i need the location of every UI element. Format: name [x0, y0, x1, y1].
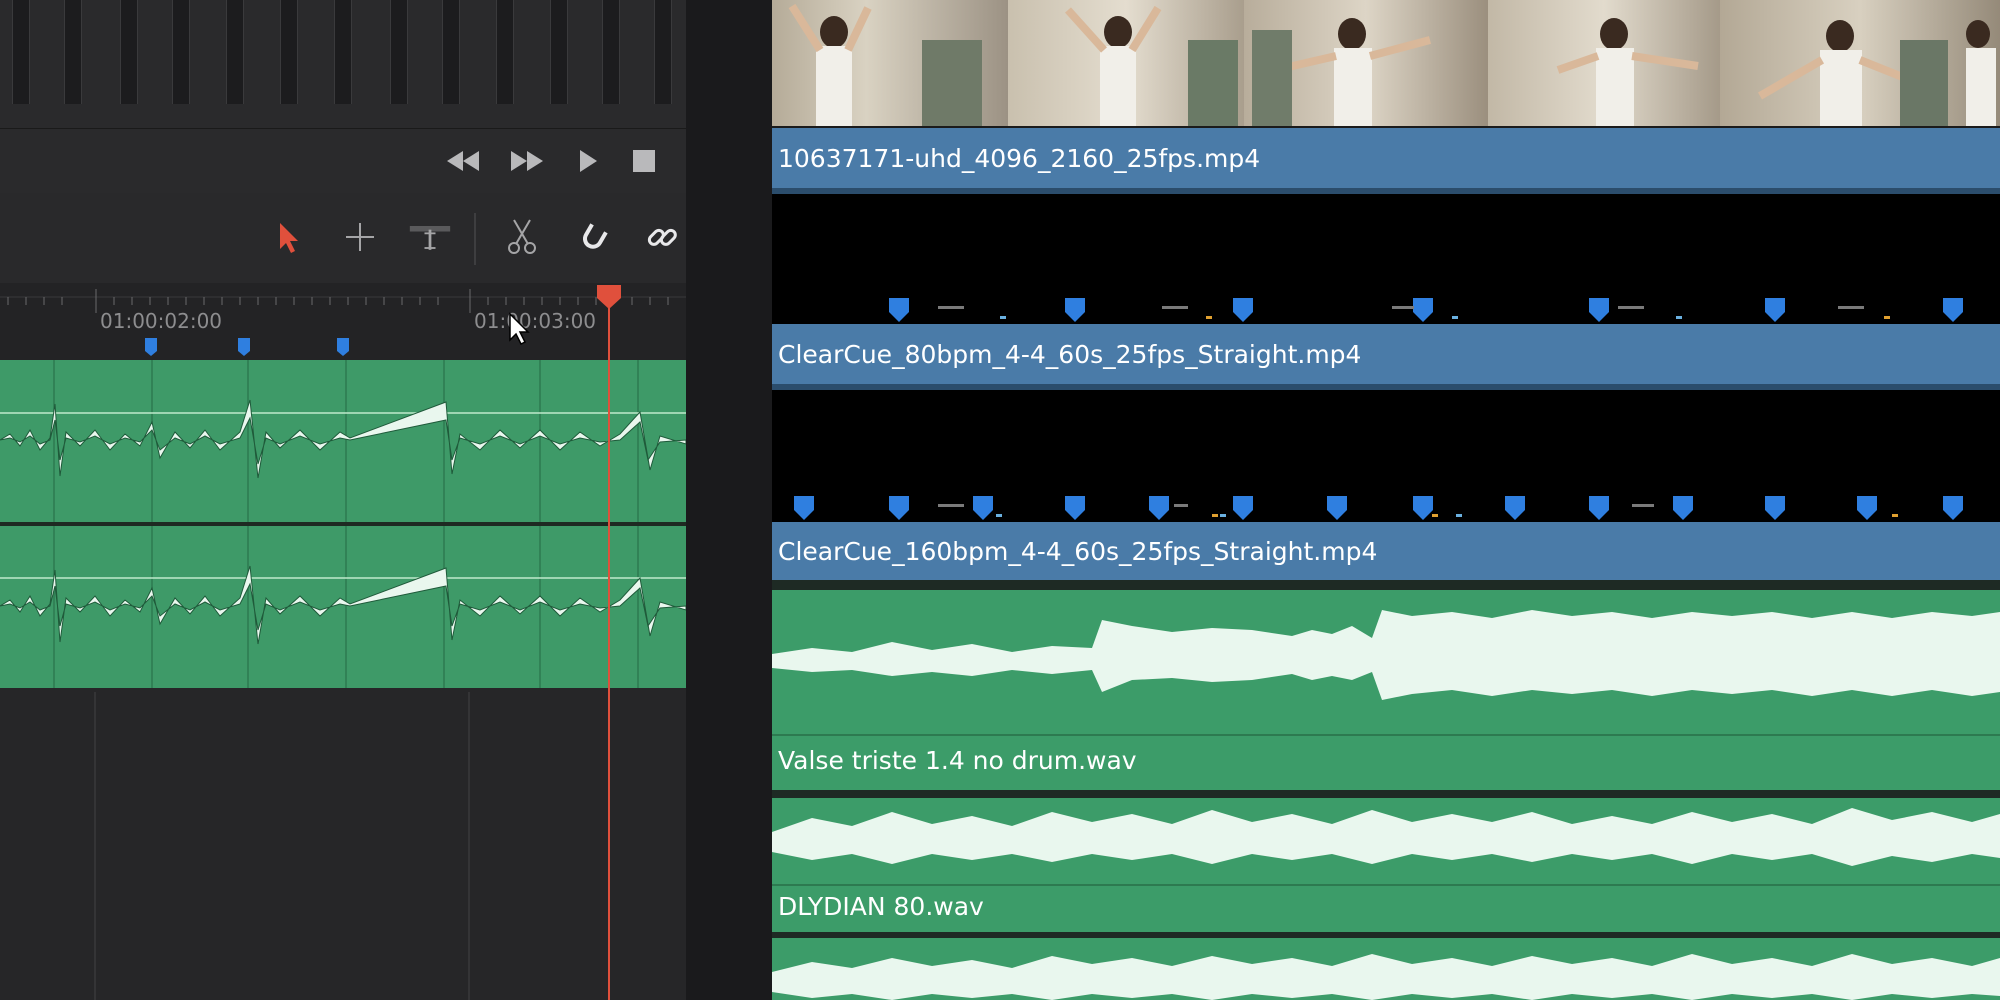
meter-channel [602, 0, 620, 104]
waveform [0, 526, 686, 688]
dancer-figure [1065, 5, 1238, 126]
timeline-panel: 01:00:02:00 01:00:03:00 [0, 0, 686, 1000]
snapping-button[interactable] [572, 215, 616, 259]
selection-arrow-icon [280, 223, 298, 253]
timecode-label: 01:00:02:00 [100, 309, 223, 333]
dynamic-trim-icon [409, 226, 451, 250]
video-thumbnail [1244, 0, 1488, 126]
rewind-icon [447, 151, 479, 171]
blade-icon [508, 219, 536, 254]
rewind-button[interactable] [440, 147, 486, 175]
timecode-label: 01:00:03:00 [474, 309, 597, 333]
stop-button[interactable] [626, 147, 662, 175]
meter-channel [280, 0, 298, 104]
meter-channel [64, 0, 82, 104]
linked-selection-icon [647, 228, 677, 246]
stop-icon [633, 150, 655, 172]
waveform [0, 360, 686, 522]
clip-name: DLYDIAN 80.wav [778, 892, 984, 921]
grid-line [94, 692, 96, 1000]
dancer-figure [1252, 18, 1432, 126]
waveform [772, 954, 2000, 1000]
track-divider [772, 734, 2000, 736]
cue-markers [889, 298, 1963, 322]
audio-clip[interactable]: Valse triste 1.4 no drum.wav [772, 590, 2000, 790]
play-icon [580, 150, 597, 172]
video-clip-label-bar[interactable]: 10637171-uhd_4096_2160_25fps.mp4 [772, 128, 2000, 188]
dynamic-trim-button[interactable] [408, 215, 452, 259]
grid-line [468, 692, 470, 1000]
meter-channel [334, 0, 352, 104]
meter-channel [172, 0, 190, 104]
video-thumbnail-strip [772, 0, 2000, 126]
waveform [772, 808, 2000, 866]
audio-clip-channel-2[interactable] [0, 526, 686, 688]
meter-channel [550, 0, 568, 104]
waveform [772, 610, 2000, 700]
video-clip-label-bar[interactable]: ClearCue_80bpm_4-4_60s_25fps_Straight.mp… [772, 324, 2000, 384]
trim-icon [346, 223, 374, 251]
video-thumbnail [772, 0, 1008, 126]
clip-name: ClearCue_80bpm_4-4_60s_25fps_Straight.mp… [778, 339, 1362, 369]
video-clip-label-bar[interactable]: ClearCue_160bpm_4-4_60s_25fps_Straight.m… [772, 522, 2000, 580]
meter-channel [654, 0, 672, 104]
meter-channel [226, 0, 244, 104]
clip-name: 10637171-uhd_4096_2160_25fps.mp4 [778, 143, 1261, 173]
track-separator [772, 580, 2000, 590]
audio-meters [0, 0, 686, 128]
marker-icon[interactable] [336, 337, 350, 357]
selection-tool-button[interactable] [266, 215, 310, 259]
fast-forward-icon [511, 151, 543, 171]
panel-divider[interactable] [686, 0, 772, 1000]
fast-forward-button[interactable] [504, 147, 550, 175]
video-clip-thumbnail-area[interactable] [772, 194, 2000, 324]
track-separator [772, 790, 2000, 798]
blade-tool-button[interactable] [500, 215, 544, 259]
audio-clip-channel-1[interactable] [0, 360, 686, 522]
track-divider [772, 884, 2000, 886]
playhead[interactable] [608, 286, 610, 1000]
playhead-handle-icon[interactable] [596, 284, 622, 310]
timecode-ruler[interactable]: 01:00:02:00 01:00:03:00 [0, 283, 686, 363]
video-thumbnail [1720, 0, 2000, 126]
dancer-figure [1556, 18, 1699, 126]
marker-icon[interactable] [144, 337, 158, 357]
timeline-overview: 10637171-uhd_4096_2160_25fps.mp4 ClearCu… [772, 0, 2000, 1000]
play-button[interactable] [570, 147, 606, 175]
dancer-figure [788, 3, 982, 126]
mouse-cursor-icon [509, 312, 530, 346]
video-thumbnail [1488, 0, 1720, 126]
toolbar-divider [474, 213, 476, 265]
meter-channel [442, 0, 460, 104]
audio-clip[interactable] [772, 938, 2000, 1000]
meter-channel [12, 0, 30, 104]
cue-markers [794, 496, 1963, 520]
meter-channel [496, 0, 514, 104]
audio-clip[interactable]: DLYDIAN 80.wav [772, 798, 2000, 932]
video-thumbnail [1008, 0, 1244, 126]
snapping-icon [583, 223, 608, 249]
linked-selection-button[interactable] [640, 215, 684, 259]
clip-name: Valse triste 1.4 no drum.wav [778, 746, 1137, 775]
transport-bar [0, 128, 686, 194]
meter-channel [390, 0, 408, 104]
edit-toolbar [0, 193, 686, 283]
video-clip-thumbnail-area[interactable] [772, 390, 2000, 522]
clip-name: ClearCue_160bpm_4-4_60s_25fps_Straight.m… [778, 536, 1378, 566]
meter-channel [120, 0, 138, 104]
trim-tool-button[interactable] [338, 215, 382, 259]
marker-icon[interactable] [237, 337, 251, 357]
dancer-figure [1757, 20, 1996, 126]
